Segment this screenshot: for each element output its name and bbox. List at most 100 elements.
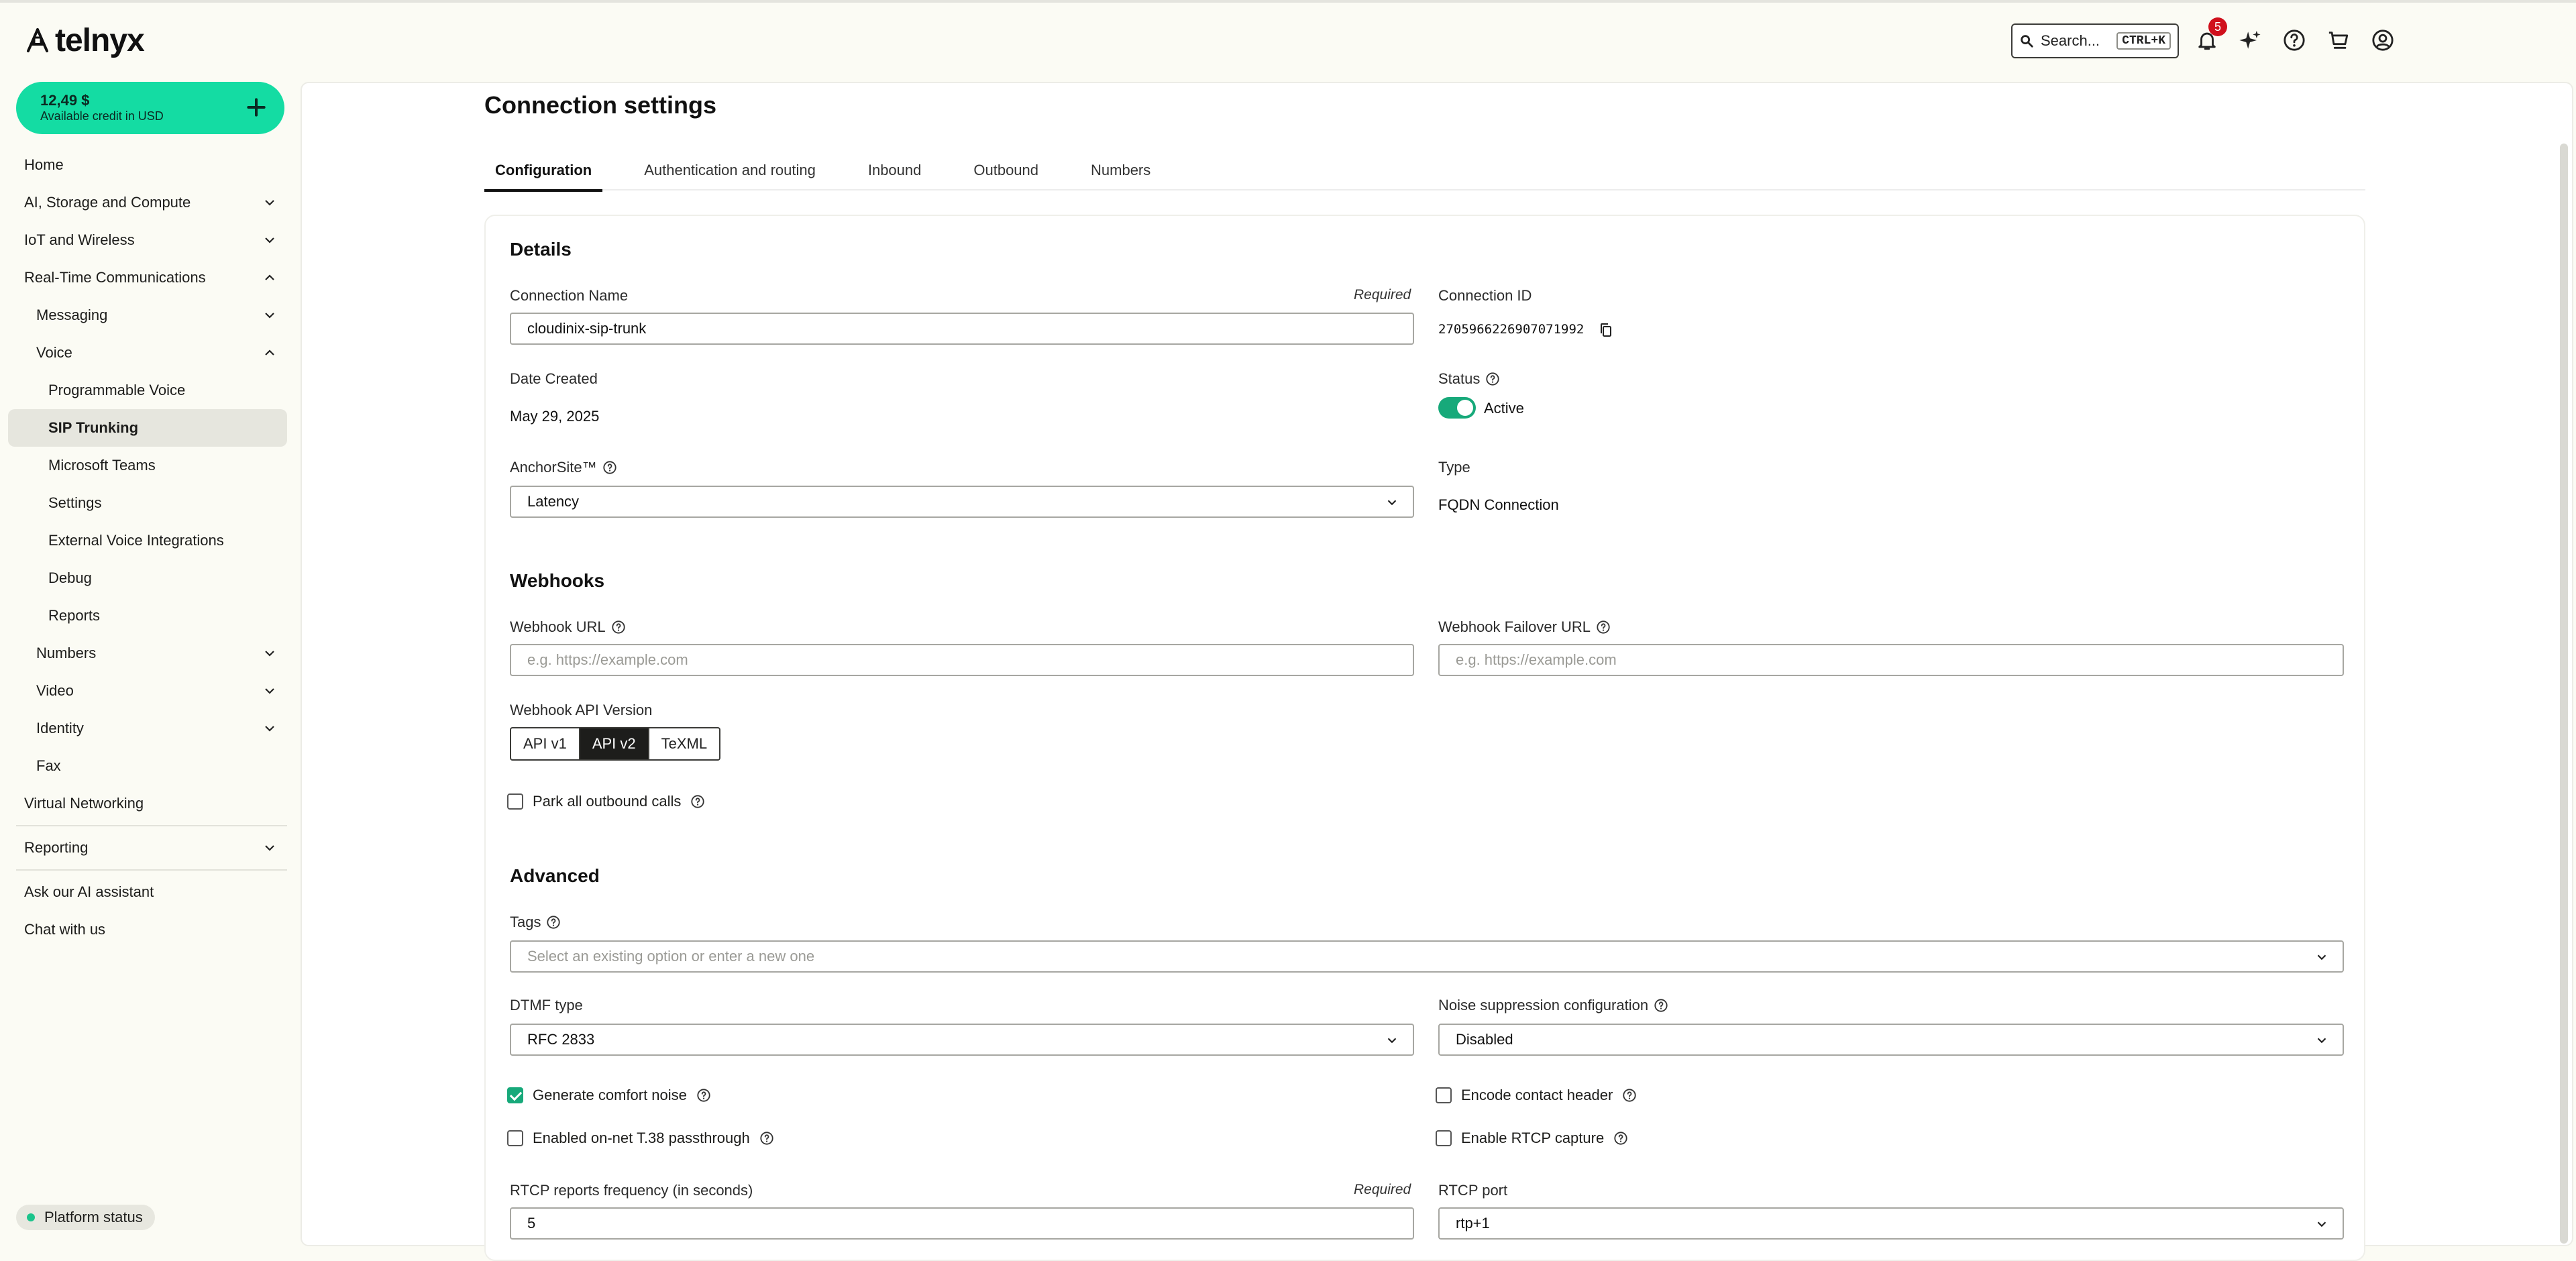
telnyx-logo[interactable]: telnyx — [24, 23, 145, 58]
help-button[interactable] — [2281, 27, 2308, 54]
help-circle-icon[interactable] — [1654, 998, 1668, 1013]
sidebar-item-iot-wireless[interactable]: IoT and Wireless — [8, 221, 287, 259]
park-outbound-calls-checkbox[interactable]: Park all outbound calls — [507, 793, 705, 810]
sidebar-item-sip-trunking[interactable]: SIP Trunking — [8, 409, 287, 447]
checkbox-box[interactable] — [1436, 1130, 1452, 1146]
search-icon — [2021, 35, 2033, 48]
sidebar-item-video[interactable]: Video — [8, 672, 287, 710]
sidebar-item-ai-storage-compute[interactable]: AI, Storage and Compute — [8, 184, 287, 221]
help-circle-icon[interactable] — [546, 915, 561, 930]
top-border — [0, 0, 2576, 3]
search-label: Search... — [2041, 32, 2100, 49]
sidebar-divider — [16, 869, 287, 871]
date-created-label-text: Date Created — [510, 370, 598, 387]
sidebar-item-programmable-voice[interactable]: Programmable Voice — [8, 372, 287, 409]
sidebar-item-messaging[interactable]: Messaging — [8, 296, 287, 334]
help-circle-icon[interactable] — [1622, 1088, 1637, 1103]
tags-label-text: Tags — [510, 914, 541, 930]
search-button[interactable]: Search... CTRL+K — [2011, 23, 2179, 58]
rtcp-frequency-input[interactable]: 5 — [510, 1207, 1414, 1240]
sidebar-item-debug[interactable]: Debug — [8, 559, 287, 597]
webhook-url-input[interactable]: e.g. https://example.com — [510, 644, 1414, 676]
help-circle-icon[interactable] — [759, 1131, 774, 1146]
dtmf-type-label: DTMF type — [510, 997, 583, 1014]
sidebar-item-real-time-communications[interactable]: Real-Time Communications — [8, 259, 287, 296]
tab-configuration[interactable]: Configuration — [484, 150, 603, 192]
webhook-failover-input[interactable]: e.g. https://example.com — [1438, 644, 2344, 676]
sidebar-item-ai-assistant[interactable]: Ask our AI assistant — [8, 873, 287, 911]
webhook-url-label: Webhook URL — [510, 618, 626, 636]
sidebar-item-chat[interactable]: Chat with us — [8, 911, 287, 948]
help-icon — [2284, 30, 2305, 51]
status-toggle[interactable] — [1438, 397, 1476, 419]
webhooks-heading: Webhooks — [510, 570, 605, 591]
checkbox-box[interactable] — [507, 793, 523, 810]
ai-assistant-button[interactable] — [2237, 27, 2263, 54]
help-circle-icon[interactable] — [690, 794, 705, 809]
tags-label: Tags — [510, 914, 561, 931]
rtcp-capture-checkbox[interactable]: Enable RTCP capture — [1436, 1130, 1628, 1147]
rtcp-port-select[interactable]: rtp+1 — [1438, 1207, 2344, 1240]
encode-contact-header-checkbox[interactable]: Encode contact header — [1436, 1087, 1637, 1104]
sidebar-item-reports[interactable]: Reports — [8, 597, 287, 635]
sidebar-item-fax[interactable]: Fax — [8, 747, 287, 785]
main-scrollbar[interactable] — [2560, 144, 2568, 1244]
chevron-down-icon — [265, 651, 274, 657]
t38-passthrough-label: Enabled on-net T.38 passthrough — [533, 1130, 750, 1146]
connection-name-value: cloudinix-sip-trunk — [527, 320, 647, 337]
webhook-failover-placeholder: e.g. https://example.com — [1456, 651, 1617, 668]
t38-passthrough-checkbox[interactable]: Enabled on-net T.38 passthrough — [507, 1130, 774, 1147]
checkbox-box-checked[interactable] — [507, 1087, 523, 1103]
configuration-card — [484, 215, 2365, 1261]
help-circle-icon[interactable] — [1613, 1131, 1628, 1146]
cart-button[interactable] — [2325, 27, 2352, 54]
help-circle-icon[interactable] — [1596, 620, 1611, 635]
chevron-down-icon — [2317, 954, 2326, 961]
sidebar-item-label: Identity — [36, 720, 84, 736]
sparkle-icon — [2239, 30, 2261, 49]
api-v1-option[interactable]: API v1 — [511, 728, 580, 759]
checkbox-box[interactable] — [1436, 1087, 1452, 1103]
dtmf-type-select[interactable]: RFC 2833 — [510, 1024, 1414, 1056]
tab-inbound[interactable]: Inbound — [857, 150, 932, 190]
sidebar-item-microsoft-teams[interactable]: Microsoft Teams — [8, 447, 287, 484]
rtcp-frequency-label-text: RTCP reports frequency (in seconds) — [510, 1182, 753, 1199]
tags-select[interactable]: Select an existing option or enter a new… — [510, 940, 2344, 973]
connection-name-input[interactable]: cloudinix-sip-trunk — [510, 313, 1414, 345]
sidebar-item-voice[interactable]: Voice — [8, 334, 287, 372]
sidebar-item-external-voice-integrations[interactable]: External Voice Integrations — [8, 522, 287, 559]
anchorsite-select[interactable]: Latency — [510, 486, 1414, 518]
sidebar-item-label: Microsoft Teams — [48, 457, 156, 474]
sidebar-item-virtual-networking[interactable]: Virtual Networking — [8, 785, 287, 822]
checkbox-box[interactable] — [507, 1130, 523, 1146]
help-circle-icon[interactable] — [1485, 372, 1500, 386]
credit-balance-card[interactable]: 12,49 $ Available credit in USD — [16, 82, 284, 134]
anchorsite-label: AnchorSite™ — [510, 459, 617, 476]
tab-authentication-routing[interactable]: Authentication and routing — [633, 150, 826, 190]
noise-suppression-value: Disabled — [1456, 1031, 1513, 1048]
required-indicator: Required — [1354, 1182, 1411, 1197]
sidebar-item-identity[interactable]: Identity — [8, 710, 287, 747]
sidebar-item-label: AI, Storage and Compute — [24, 194, 191, 211]
sidebar-item-home[interactable]: Home — [8, 146, 287, 184]
texml-option[interactable]: TeXML — [649, 728, 719, 759]
tab-outbound[interactable]: Outbound — [963, 150, 1049, 190]
add-credit-icon[interactable] — [243, 94, 270, 121]
help-circle-icon[interactable] — [602, 460, 617, 475]
webhook-failover-label-text: Webhook Failover URL — [1438, 618, 1591, 635]
api-v2-option[interactable]: API v2 — [580, 728, 649, 759]
chevron-down-icon — [265, 200, 274, 206]
chevron-down-icon — [2317, 1038, 2326, 1044]
account-button[interactable] — [2369, 27, 2396, 54]
generate-comfort-noise-checkbox[interactable]: Generate comfort noise — [507, 1087, 711, 1104]
help-circle-icon[interactable] — [696, 1088, 711, 1103]
tab-numbers[interactable]: Numbers — [1080, 150, 1161, 190]
help-circle-icon[interactable] — [611, 620, 626, 635]
sidebar-item-settings[interactable]: Settings — [8, 484, 287, 522]
copy-icon[interactable] — [1598, 322, 1614, 338]
notifications-button[interactable]: 5 — [2194, 17, 2227, 54]
platform-status-button[interactable]: Platform status — [16, 1205, 155, 1230]
noise-suppression-select[interactable]: Disabled — [1438, 1024, 2344, 1056]
sidebar-item-numbers[interactable]: Numbers — [8, 635, 287, 672]
sidebar-item-reporting[interactable]: Reporting — [8, 829, 287, 867]
